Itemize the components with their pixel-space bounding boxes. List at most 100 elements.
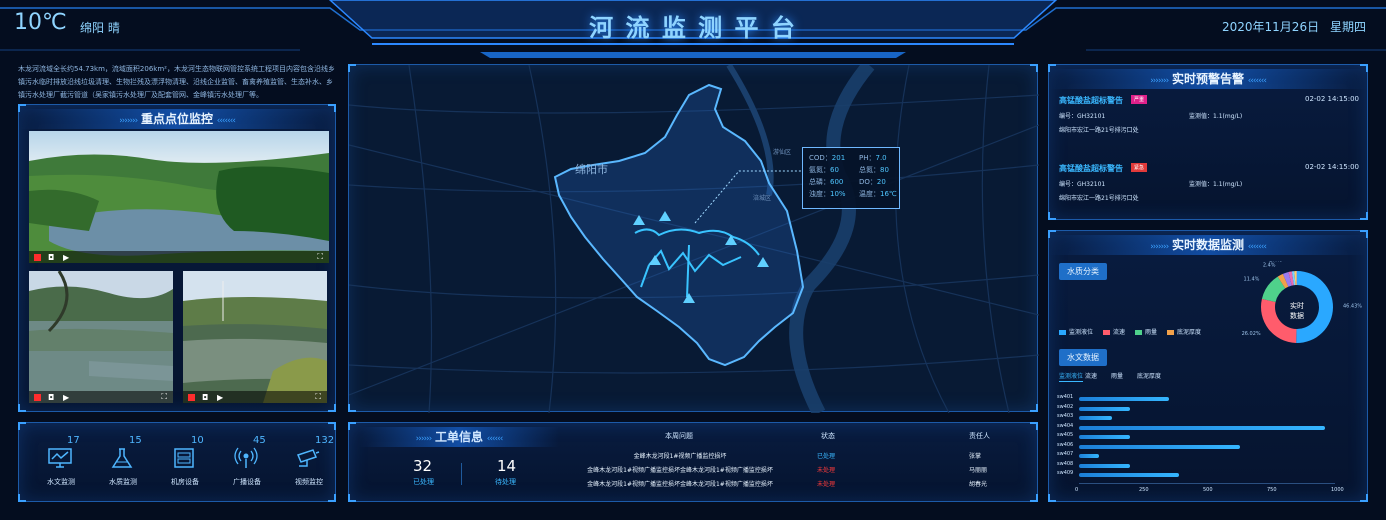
bar-category-label: sw406	[1057, 441, 1074, 448]
device-count: 45	[253, 435, 266, 446]
alert-name: 高锰酸盐超标警告	[1059, 96, 1123, 105]
video-feed-main[interactable]: ◘ ▶ ⛶	[29, 131, 329, 263]
workorder-status: 已处理	[817, 453, 836, 460]
x-axis-line	[1079, 482, 1335, 484]
alert-location: 绵阳市宏江一路21号排污口处	[1059, 195, 1139, 202]
legend-swatch	[1135, 330, 1143, 335]
bar[interactable]	[1079, 406, 1131, 411]
workorder-panel: ›››››› 工单信息 ‹‹‹‹‹‹ 32 已处理 14 待处理 本周问题 状态…	[348, 422, 1038, 502]
camera-icon[interactable]: ◘	[48, 253, 54, 262]
bar-category-label: sw409	[1057, 470, 1074, 476]
legend-label: 流速	[1113, 329, 1126, 336]
device-item[interactable]: 15 水质监测	[95, 433, 151, 497]
device-label: 广播设备	[233, 478, 261, 486]
legend-label: 底泥厚度	[1177, 329, 1202, 336]
alert-item[interactable]: 高锰酸盐超标警告 严重 02-02 14:15:00 编号：GH32101 监测值：1.…	[1059, 95, 1359, 151]
alert-item[interactable]: 高锰酸盐超标警告 紧急 02-02 14:15:00 编号：GH32101 监测值：1.…	[1059, 163, 1359, 219]
water-quality-popup: COD：201 PH：7.0 氨氮：60 总氮：80 总磷：600 DO：20 …	[802, 147, 900, 209]
donut-center-label: 实时	[1290, 302, 1304, 310]
device-panel: 17 水文监测 15 水质监测 10 机房设备 45 广播设备 132 视频监控	[18, 422, 336, 502]
alert-value: 监测值：1.1(mg/L)	[1189, 113, 1243, 120]
legend-item[interactable]: 雨量	[1135, 329, 1157, 336]
record-icon[interactable]	[34, 394, 41, 401]
alert-time: 02-02 14:15:00	[1304, 95, 1359, 103]
legend-swatch	[1103, 330, 1111, 335]
bar[interactable]	[1079, 444, 1241, 449]
broadcast-icon	[233, 447, 259, 469]
device-count: 10	[191, 435, 204, 446]
alert-badge: 严重	[1131, 95, 1148, 104]
tab-hydro-data[interactable]: 水文数据	[1059, 349, 1107, 366]
subtab[interactable]: 监测液位	[1059, 371, 1084, 382]
workorder-person: 胡春光	[969, 481, 988, 488]
page-title: 河 流 监 测 平 台	[589, 14, 797, 42]
tab-water-class[interactable]: 水质分类	[1059, 263, 1107, 280]
x-tick-label: 1000	[1331, 486, 1344, 493]
fullscreen-icon[interactable]: ⛶	[317, 252, 323, 262]
bar[interactable]	[1079, 463, 1131, 468]
camera-icon[interactable]: ◘	[202, 393, 208, 402]
device-item[interactable]: 45 广播设备	[219, 433, 275, 497]
pie-label: 2.4%	[1269, 261, 1282, 263]
fullscreen-icon[interactable]: ⛶	[315, 392, 321, 402]
bar[interactable]	[1079, 425, 1325, 430]
camera-icon[interactable]: ◘	[48, 393, 54, 402]
map-panel[interactable]: 绵阳市 游仙区 涪城区 COD：201 PH：7.0 氨氮：60 总氮：80 总…	[348, 64, 1039, 413]
district-outline[interactable]	[553, 83, 805, 367]
device-label: 水文监测	[47, 478, 75, 486]
workorder-status: 未处理	[817, 481, 836, 488]
device-count: 15	[129, 435, 142, 446]
subtab[interactable]: 流速	[1085, 371, 1097, 381]
workorder-person: 张掌	[969, 453, 982, 460]
alert-badge: 紧急	[1131, 163, 1148, 172]
realtime-title: 实时数据监测	[1171, 238, 1244, 252]
video-icon[interactable]: ▶	[63, 253, 69, 262]
video-feed-2[interactable]: ◘ ▶ ⛶	[29, 271, 173, 403]
pie-label: 11.4%	[1244, 276, 1260, 282]
legend-item[interactable]: 监测液位	[1059, 329, 1093, 336]
map-canvas[interactable]	[349, 65, 1039, 413]
alerts-panel: ››››››› 实时预警告警 ‹‹‹‹‹‹‹ 高锰酸盐超标警告 严重 02-02 1…	[1048, 64, 1368, 220]
device-item[interactable]: 17 水文监测	[33, 433, 89, 497]
video-icon[interactable]: ▶	[63, 393, 69, 402]
bar-category-label: sw402	[1057, 403, 1074, 410]
device-item[interactable]: 132 视频监控	[281, 433, 337, 497]
record-icon[interactable]	[34, 254, 41, 261]
record-icon[interactable]	[188, 394, 195, 401]
monitor-panel: ››››››› 重点点位监控 ‹‹‹‹‹‹‹ ◘ ▶ ⛶ ◘ ▶ ⛶ ◘ ▶ ⛶	[18, 104, 336, 412]
pie-label: 46.43%	[1343, 304, 1362, 310]
bar[interactable]	[1079, 397, 1169, 401]
divider	[461, 463, 462, 485]
subtab[interactable]: 雨量	[1111, 371, 1123, 381]
device-label: 视频监控	[295, 478, 323, 486]
device-count: 17	[67, 435, 80, 446]
bar-category-label: sw405	[1057, 432, 1074, 438]
column-header: 状态	[821, 432, 835, 440]
city-weather: 绵阳 晴	[80, 21, 120, 35]
legend-item[interactable]: 底泥厚度	[1167, 329, 1201, 336]
realtime-panel: ››››››› 实时数据监测 ‹‹‹‹‹‹‹ 水质分类 监测液位 流速 雨量 底泥厚度…	[1048, 230, 1368, 502]
x-tick-label: 500	[1203, 486, 1213, 493]
bar[interactable]	[1079, 435, 1131, 439]
device-item[interactable]: 10 机房设备	[157, 433, 213, 497]
weekday: 星期四	[1330, 20, 1367, 34]
alert-code: 编号：GH32101	[1059, 181, 1106, 188]
video-feed-3[interactable]: ◘ ▶ ⛶	[183, 271, 327, 403]
video-icon[interactable]: ▶	[217, 393, 223, 402]
legend-swatch	[1059, 330, 1066, 335]
subtab[interactable]: 底泥厚度	[1137, 371, 1161, 381]
map-district-label: 游仙区	[773, 149, 792, 156]
pending-label: 待处理	[495, 478, 516, 486]
bar[interactable]	[1079, 473, 1179, 477]
server-room-icon	[171, 447, 197, 469]
bar[interactable]	[1079, 416, 1113, 420]
bar-category-label: sw404	[1057, 422, 1074, 429]
x-tick-label: 250	[1139, 486, 1149, 493]
water-quality-flask-icon	[109, 447, 135, 469]
fullscreen-icon[interactable]: ⛶	[161, 392, 167, 402]
donut-center-label: 数据	[1290, 312, 1304, 320]
cctv-camera-icon	[295, 447, 321, 469]
legend-item[interactable]: 流速	[1103, 329, 1125, 336]
bar[interactable]	[1079, 454, 1100, 458]
alert-name: 高锰酸盐超标警告	[1059, 164, 1123, 173]
